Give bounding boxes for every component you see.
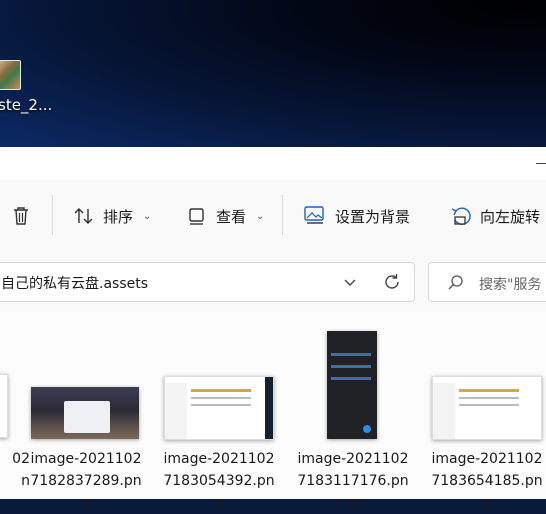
set-background-icon xyxy=(304,206,324,224)
chevron-down-icon: ⌄ xyxy=(143,210,152,222)
search-box[interactable]: 搜索"服务 xyxy=(428,262,546,302)
search-placeholder: 搜索"服务 xyxy=(479,277,542,293)
file-item[interactable]: image-2021102 7183117176.pn g xyxy=(288,312,418,511)
set-background-label: 设置为背景 xyxy=(335,207,411,226)
fab-graphic xyxy=(363,425,371,433)
file-name: image-2021102 7182837289.pn g xyxy=(30,451,142,511)
row-graphic xyxy=(331,377,371,380)
file-thumbnail xyxy=(432,376,542,440)
file-name: image-2021102 7183054392.pn g xyxy=(163,451,275,511)
command-bar: 排序 ⌄ 查看 ⌄ 设置为背景 向左旋转 xyxy=(0,179,546,257)
sort-icon xyxy=(74,208,93,224)
row-graphic xyxy=(459,404,519,406)
file-item[interactable]: image-2021102 7183054392.pn g xyxy=(154,312,284,511)
edge-graphic xyxy=(265,377,273,439)
sidebar-graphic xyxy=(433,383,455,439)
dialog-graphic xyxy=(64,401,110,433)
row-graphic xyxy=(191,389,251,392)
desktop-file-icon[interactable] xyxy=(0,60,21,90)
file-thumbnail xyxy=(0,374,8,438)
row-graphic xyxy=(459,389,519,392)
delete-button[interactable] xyxy=(10,204,32,228)
address-path[interactable]: 自己的私有云盘.assets xyxy=(1,273,148,293)
row-graphic xyxy=(331,365,371,368)
file-item[interactable]: image-2021102 7183654185.pn g xyxy=(422,312,546,511)
toolbar-separator xyxy=(282,195,283,235)
rotate-left-button[interactable]: 向左旋转 xyxy=(450,204,540,228)
search-icon xyxy=(448,275,463,290)
row-graphic xyxy=(191,397,251,399)
row-graphic xyxy=(191,404,251,406)
view-button[interactable]: 查看 ⌄ xyxy=(186,204,264,228)
minimize-icon[interactable] xyxy=(536,163,546,164)
row-graphic xyxy=(459,397,519,399)
view-label: 查看 xyxy=(216,207,247,226)
desktop-background: ste_2... xyxy=(0,0,546,147)
chevron-down-icon: ⌄ xyxy=(256,210,265,222)
sort-button[interactable]: 排序 ⌄ xyxy=(73,204,151,228)
file-explorer-window: 排序 ⌄ 查看 ⌄ 设置为背景 向左旋转 自己的私有云盘.assets 搜索"服… xyxy=(0,147,546,511)
refresh-icon[interactable] xyxy=(383,273,401,291)
toolbar-separator xyxy=(52,195,53,235)
file-item[interactable]: image-2021102 7182837289.pn g xyxy=(21,312,151,511)
view-icon xyxy=(189,208,204,225)
chevron-down-icon[interactable] xyxy=(343,275,357,289)
trash-icon xyxy=(14,207,28,225)
set-as-background-button[interactable]: 设置为背景 xyxy=(303,204,410,228)
row-graphic xyxy=(331,353,371,356)
rotate-left-label: 向左旋转 xyxy=(480,207,541,226)
rotate-left-icon xyxy=(451,207,471,225)
sort-label: 排序 xyxy=(103,207,134,226)
file-grid: 02 n image-2021102 7182837289.pn g image-20… xyxy=(0,312,546,511)
file-thumbnail xyxy=(164,376,274,440)
desktop-file-label[interactable]: ste_2... xyxy=(0,96,52,114)
file-thumbnail xyxy=(31,387,139,439)
file-name: image-2021102 7183117176.pn g xyxy=(297,451,409,511)
title-bar[interactable] xyxy=(0,147,546,179)
file-name: image-2021102 7183654185.pn g xyxy=(431,451,543,511)
address-bar[interactable]: 自己的私有云盘.assets xyxy=(0,262,415,302)
file-thumbnail xyxy=(327,331,377,439)
sidebar-graphic xyxy=(165,383,187,439)
